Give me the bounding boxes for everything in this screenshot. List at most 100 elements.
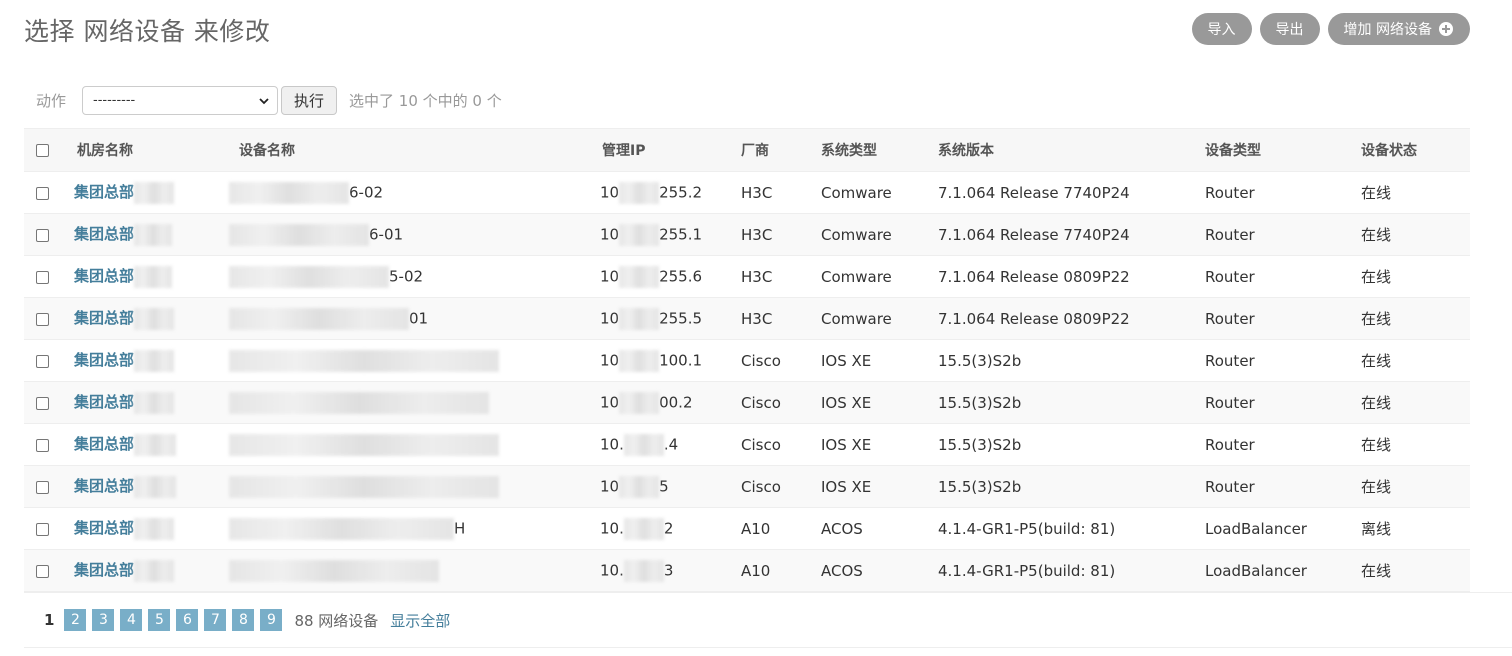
manage-ip-cell: 10 255.1 [589,213,737,256]
row-checkbox[interactable] [36,354,49,368]
export-button-label: 导出 [1275,22,1304,38]
page-link-3[interactable]: 3 [92,609,115,631]
room-cell[interactable]: 集团总部 [64,507,226,550]
redacted-block [619,391,660,414]
row-checkbox[interactable] [36,312,49,326]
selection-counter: 选中了 10 个中的 0 个 [349,92,502,110]
vendor-cell: H3C [737,171,817,214]
column-header-vendor[interactable]: 厂商 [737,128,817,172]
vendor-cell: H3C [737,255,817,298]
page-current: 1 [44,611,55,629]
column-header-room[interactable]: 机房名称 [64,128,226,172]
room-link[interactable]: 集团总部 [74,477,134,495]
room-cell[interactable]: 集团总部 [64,255,226,298]
room-cell[interactable]: 集团总部 [64,549,226,592]
column-header-status[interactable]: 设备状态 [1357,128,1470,172]
room-link[interactable]: 集团总部 [74,435,134,453]
room-link[interactable]: 集团总部 [74,309,134,327]
page-link-4[interactable]: 4 [120,609,143,631]
page-link-5[interactable]: 5 [148,609,171,631]
select-all-cell [24,128,64,172]
show-all-link[interactable]: 显示全部 [390,610,450,631]
row-select-cell [24,549,64,592]
row-select-cell [24,507,64,550]
column-header-device-type[interactable]: 设备类型 [1201,128,1357,172]
row-checkbox[interactable] [36,228,49,242]
device-name-cell: H [226,507,589,550]
page-link-6[interactable]: 6 [176,609,199,631]
room-cell[interactable]: 集团总部 [64,423,226,466]
column-header-manage-ip[interactable]: 管理IP [589,128,737,172]
run-action-button[interactable]: 执行 [281,86,338,115]
os-type-cell: ACOS [817,549,934,592]
status-cell: 离线 [1357,507,1470,550]
page-link-8[interactable]: 8 [232,609,255,631]
room-cell[interactable]: 集团总部 [64,213,226,256]
page-link-2[interactable]: 2 [64,609,87,631]
row-checkbox[interactable] [36,186,49,200]
status-cell: 在线 [1357,297,1470,340]
os-version-cell: 15.5(3)S2b [934,423,1201,466]
export-button[interactable]: 导出 [1259,13,1320,45]
import-button[interactable]: 导入 [1191,13,1252,45]
os-type-cell: ACOS [817,507,934,550]
page-link-9[interactable]: 9 [260,609,283,631]
redacted-block [134,307,175,330]
os-version-cell: 7.1.064 Release 0809P22 [934,297,1201,340]
room-cell[interactable]: 集团总部 [64,171,226,214]
os-version-cell: 7.1.064 Release 0809P22 [934,255,1201,298]
room-cell[interactable]: 集团总部 [64,297,226,340]
redacted-block [623,559,664,582]
row-select-cell [24,423,64,466]
table-row: 集团总部 10. 3 A10 ACOS 4.1.4-GR1-P5(build: 8… [24,549,1470,592]
row-checkbox[interactable] [36,270,49,284]
redacted-block [229,349,499,372]
room-link[interactable]: 集团总部 [74,225,134,243]
room-link[interactable]: 集团总部 [74,519,134,537]
ip-tail: 255.6 [659,267,703,285]
page-link-7[interactable]: 7 [204,609,227,631]
room-cell[interactable]: 集团总部 [64,465,226,508]
room-link[interactable]: 集团总部 [74,393,134,411]
object-tools: 导入 导出 增加 网络设备 [1191,13,1470,45]
redacted-block [134,223,173,246]
os-type-cell: Comware [817,213,934,256]
chevron-down-icon [259,97,269,104]
device-type-cell: LoadBalancer [1201,507,1357,550]
redacted-block [134,391,175,414]
redacted-block [229,391,489,414]
row-checkbox[interactable] [36,564,49,578]
row-checkbox[interactable] [36,480,49,494]
vendor-cell: Cisco [737,381,817,424]
column-header-os-version[interactable]: 系统版本 [934,128,1201,172]
row-checkbox[interactable] [36,438,49,452]
vendor-cell: A10 [737,507,817,550]
redacted-block [619,181,660,204]
redacted-block [623,433,664,456]
status-cell: 在线 [1357,255,1470,298]
column-header-os-type[interactable]: 系统类型 [817,128,934,172]
manage-ip-cell: 10 00.2 [589,381,737,424]
room-link[interactable]: 集团总部 [74,183,134,201]
add-device-button[interactable]: 增加 网络设备 [1327,13,1470,45]
table-row: 集团总部 6-02 10 255.2 H3C Comware 7.1.064 Re… [24,171,1470,214]
table-row: 集团总部 01 10 255.5 H3C Comware 7.1.064 Rele… [24,297,1470,340]
manage-ip-cell: 10 100.1 [589,339,737,382]
room-cell[interactable]: 集团总部 [64,381,226,424]
action-select[interactable]: --------- [82,86,279,115]
column-header-device-name[interactable]: 设备名称 [226,128,589,172]
ip-tail: 00.2 [659,393,693,411]
status-cell: 在线 [1357,213,1470,256]
select-all-checkbox[interactable] [36,143,49,157]
add-device-button-label: 增加 网络设备 [1343,22,1432,38]
room-link[interactable]: 集团总部 [74,351,134,369]
row-checkbox[interactable] [36,522,49,536]
room-link[interactable]: 集团总部 [74,561,134,579]
room-cell[interactable]: 集团总部 [64,339,226,382]
manage-ip-cell: 10 255.2 [589,171,737,214]
ip-head: 10 [600,309,620,327]
row-select-cell [24,339,64,382]
row-checkbox[interactable] [36,396,49,410]
ip-head: 10. [600,519,624,537]
room-link[interactable]: 集团总部 [74,267,134,285]
